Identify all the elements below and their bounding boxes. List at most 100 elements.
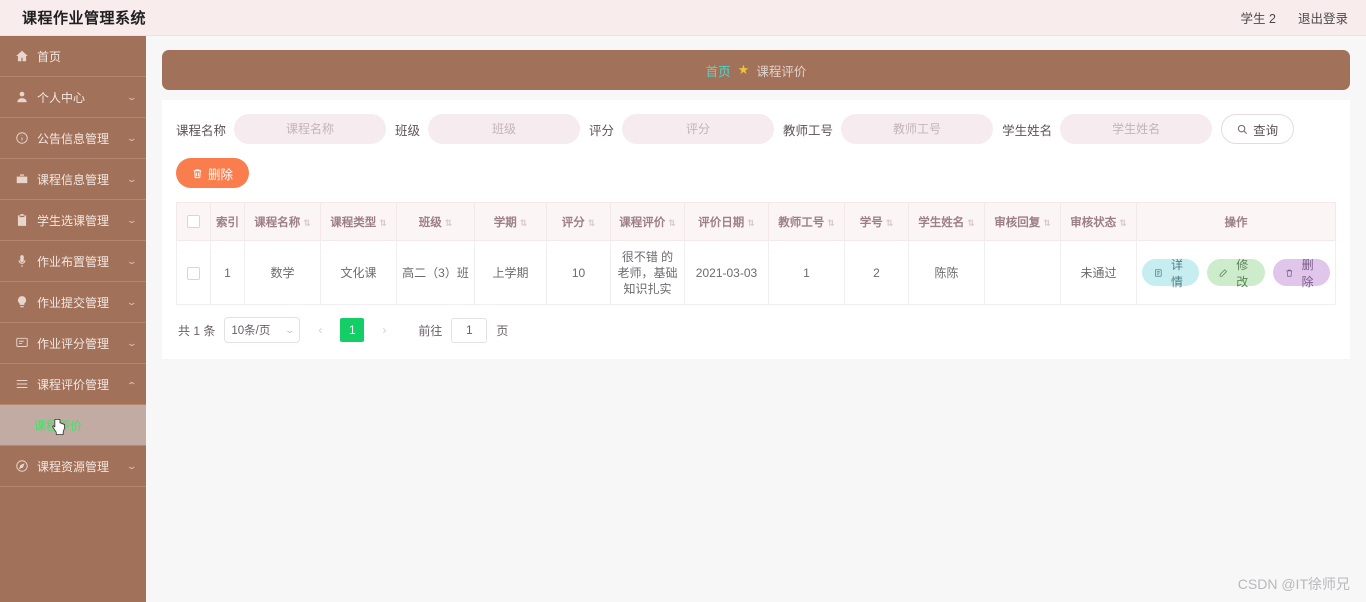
sort-icon[interactable]: ⇅: [886, 218, 894, 228]
column-label: 学号: [859, 216, 883, 229]
sort-icon[interactable]: ⇅: [747, 218, 755, 228]
column-label: 评分: [561, 216, 585, 229]
column-audit-status[interactable]: 审核状态 ⇅: [1060, 202, 1137, 241]
breadcrumb: 首页 ★ 课程评价: [162, 50, 1350, 90]
sidebar-item-student-selection[interactable]: 学生选课管理 ⌄: [0, 200, 146, 241]
sort-icon[interactable]: ⇅: [379, 218, 387, 228]
main-content: 首页 ★ 课程评价 课程名称 班级 评分: [146, 36, 1366, 602]
chevron-down-icon: ⌄: [126, 296, 138, 307]
sidebar-item-homework-submit[interactable]: 作业提交管理 ⌄: [0, 282, 146, 323]
cell-audit-status: 未通过: [1060, 240, 1137, 305]
bulb-icon: [14, 295, 29, 310]
goto-suffix-label: 页: [496, 323, 509, 338]
search-button[interactable]: 查询: [1221, 114, 1295, 144]
column-term[interactable]: 学期 ⇅: [474, 202, 547, 241]
column-class[interactable]: 班级 ⇅: [396, 202, 475, 241]
student-name-input[interactable]: [1060, 114, 1213, 144]
chevron-down-icon: ⌄: [126, 173, 138, 184]
column-label: 审核回复: [994, 216, 1041, 229]
sort-icon[interactable]: ⇅: [588, 218, 596, 228]
sidebar-item-course-resource[interactable]: 课程资源管理 ⌄: [0, 446, 146, 487]
sidebar-item-label: 课程评价管理: [37, 377, 110, 392]
sidebar-item-personal-center[interactable]: 个人中心 ⌄: [0, 77, 146, 118]
sort-icon[interactable]: ⇅: [445, 218, 453, 228]
column-score[interactable]: 评分 ⇅: [546, 202, 611, 241]
field-label: 学生姓名: [1002, 123, 1053, 138]
sidebar-subitem-course-evaluation[interactable]: 课程评价: [0, 405, 146, 446]
page-size-value: 10条/页: [231, 325, 271, 337]
microphone-icon: [14, 254, 29, 269]
page-size-select[interactable]: 10条/页 ⌄: [224, 317, 301, 343]
column-student-no[interactable]: 学号 ⇅: [844, 202, 909, 241]
row-detail-button[interactable]: 详情: [1142, 258, 1200, 289]
batch-delete-button[interactable]: 删除: [176, 158, 250, 188]
sidebar-item-course-evaluation-mgmt[interactable]: 课程评价管理 ⌄: [0, 364, 146, 405]
table-body: 1 数学 文化课 高二（3）班 上学期 10 很不错 的老师，基础知识扎实 20…: [176, 240, 1336, 305]
home-icon: [14, 49, 29, 64]
column-student-name[interactable]: 学生姓名 ⇅: [908, 202, 985, 241]
sort-icon[interactable]: ⇅: [827, 218, 835, 228]
column-label: 课程名称: [254, 216, 301, 229]
chevron-down-icon: ⌄: [126, 214, 138, 225]
course-name-input[interactable]: [234, 114, 387, 144]
cell-class: 高二（3）班: [396, 240, 475, 305]
goto-page-input[interactable]: [451, 317, 488, 343]
sidebar-item-home[interactable]: 首页: [0, 36, 146, 77]
cell-student-name: 陈陈: [908, 240, 985, 305]
row-action-group: 详情 修改 删除: [1142, 258, 1330, 289]
score-input[interactable]: [622, 114, 775, 144]
sidebar-item-homework-assign[interactable]: 作业布置管理 ⌄: [0, 241, 146, 282]
column-eval-date[interactable]: 评价日期 ⇅: [684, 202, 769, 241]
column-index: 索引: [210, 202, 245, 241]
sort-icon[interactable]: ⇅: [520, 218, 528, 228]
column-course-name[interactable]: 课程名称 ⇅: [244, 202, 321, 241]
sort-icon[interactable]: ⇅: [1043, 218, 1051, 228]
teacher-no-input[interactable]: [841, 114, 994, 144]
row-edit-label: 修改: [1236, 257, 1249, 289]
sidebar-item-label: 首页: [37, 49, 62, 64]
sidebar-item-label: 学生选课管理: [37, 213, 110, 228]
column-evaluation[interactable]: 课程评价 ⇅: [610, 202, 685, 241]
user-icon: [14, 90, 29, 105]
next-page-button[interactable]: ›: [373, 318, 396, 342]
cell-eval-date: 2021-03-03: [684, 240, 769, 305]
sort-icon[interactable]: ⇅: [1119, 218, 1127, 228]
page-number-1[interactable]: 1: [340, 318, 365, 342]
app-shell: 首页 个人中心 ⌄ 公告信息管理 ⌄ 课程信息管理 ⌄ 学生选课管理 ⌄ 作业布…: [0, 36, 1366, 602]
breadcrumb-home-link[interactable]: 首页: [706, 61, 731, 80]
select-all-checkbox[interactable]: [187, 215, 200, 228]
chevron-down-icon: ⌄: [126, 337, 138, 348]
search-row: 课程名称 班级 评分 教师工号: [176, 114, 1336, 144]
row-checkbox[interactable]: [187, 266, 200, 280]
column-teacher-no[interactable]: 教师工号 ⇅: [768, 202, 845, 241]
column-audit-reply[interactable]: 审核回复 ⇅: [984, 202, 1061, 241]
column-label: 评价日期: [698, 216, 745, 229]
sidebar-item-announcement[interactable]: 公告信息管理 ⌄: [0, 118, 146, 159]
header-right-group: 学生 2 退出登录: [1241, 8, 1348, 27]
sidebar-item-label: 课程信息管理: [37, 172, 110, 187]
sidebar-item-course-info[interactable]: 课程信息管理 ⌄: [0, 159, 146, 200]
search-field-course-name: 课程名称: [176, 114, 387, 144]
column-label: 审核状态: [1070, 216, 1117, 229]
compass-icon: [14, 459, 29, 474]
sort-icon[interactable]: ⇅: [303, 218, 311, 228]
cell-term: 上学期: [474, 240, 547, 305]
prev-page-button[interactable]: ‹: [309, 318, 332, 342]
cell-audit-reply: [984, 240, 1061, 305]
logout-link[interactable]: 退出登录: [1298, 8, 1348, 27]
sort-icon[interactable]: ⇅: [967, 218, 975, 228]
chevron-down-icon: ⌄: [126, 255, 138, 266]
column-course-type[interactable]: 课程类型 ⇅: [320, 202, 397, 241]
row-delete-button[interactable]: 删除: [1272, 258, 1330, 289]
cell-teacher-no: 1: [768, 240, 845, 305]
class-input[interactable]: [428, 114, 581, 144]
content-card: 课程名称 班级 评分 教师工号: [162, 100, 1350, 359]
sidebar-item-homework-score[interactable]: 作业评分管理 ⌄: [0, 323, 146, 364]
table-row: 1 数学 文化课 高二（3）班 上学期 10 很不错 的老师，基础知识扎实 20…: [176, 240, 1336, 305]
star-icon: ★: [737, 62, 750, 77]
sort-icon[interactable]: ⇅: [668, 218, 676, 228]
row-edit-button[interactable]: 修改: [1207, 258, 1265, 289]
trash-icon: [1286, 269, 1292, 277]
sidebar-item-label: 个人中心: [37, 90, 86, 105]
search-field-student-name: 学生姓名: [1002, 114, 1213, 144]
